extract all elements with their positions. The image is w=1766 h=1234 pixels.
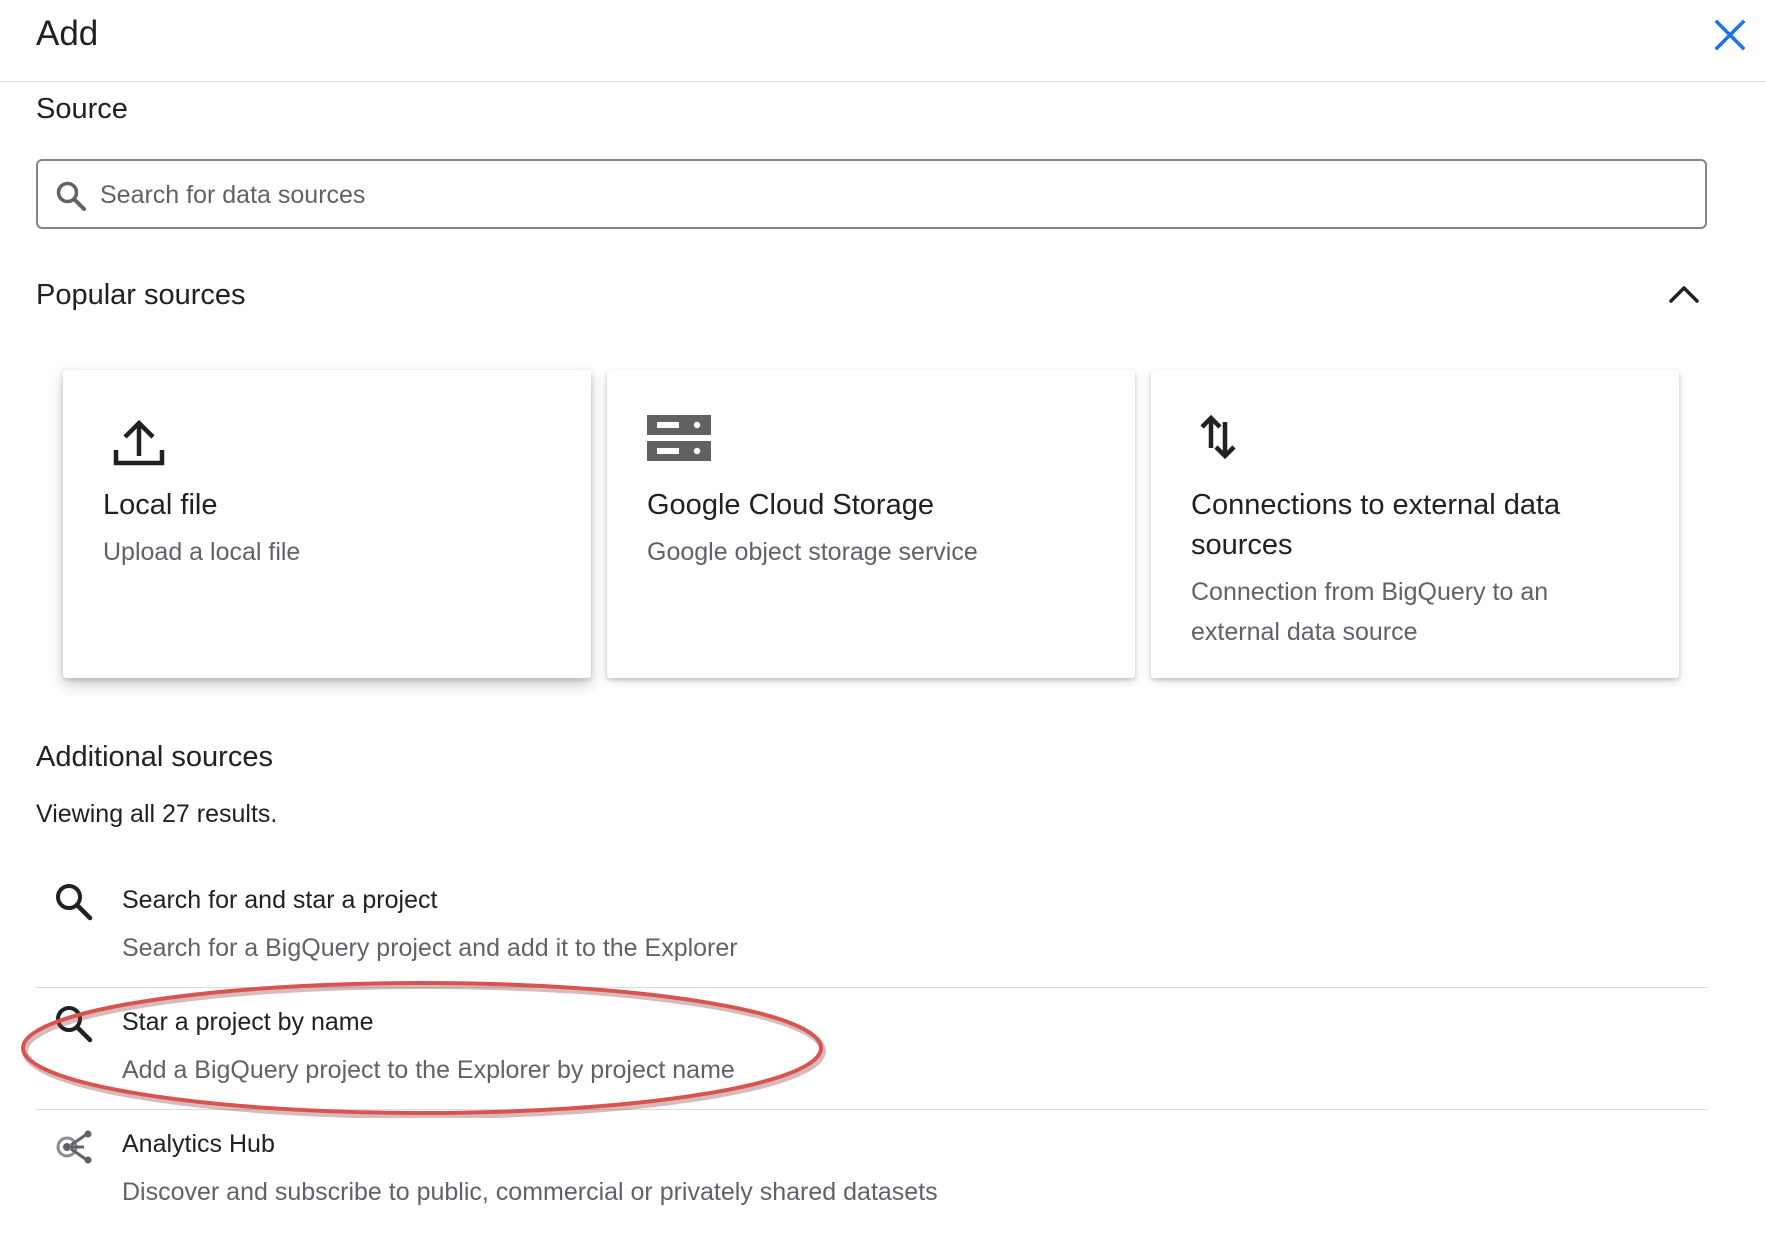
source-heading: Source [36, 93, 128, 125]
chevron-up-icon [1669, 286, 1699, 303]
list-divider [36, 1109, 1707, 1110]
sync-arrows-icon [1200, 414, 1236, 460]
search-icon [56, 1006, 93, 1043]
close-icon [1714, 19, 1746, 51]
card-external-connections[interactable]: Connections to external data sources Con… [1151, 370, 1679, 678]
search-icon [56, 884, 93, 921]
storage-icon [647, 415, 711, 461]
popular-sources-heading: Popular sources [36, 279, 246, 311]
list-item-search-star-project[interactable]: Search for and star a project Search for… [36, 868, 1707, 990]
close-button[interactable] [1710, 15, 1750, 55]
list-divider [36, 987, 1707, 988]
source-search-box[interactable] [36, 159, 1707, 229]
analytics-hub-icon [56, 1130, 92, 1164]
card-description: Upload a local file [103, 538, 301, 566]
card-title: Google Cloud Storage [647, 489, 934, 521]
dialog-header: Add [0, 0, 1766, 82]
card-local-file[interactable]: Local file Upload a local file [63, 370, 591, 678]
list-item-title: Analytics Hub [122, 1130, 275, 1158]
results-count: Viewing all 27 results. [36, 800, 278, 828]
card-description: Google object storage service [647, 538, 978, 566]
list-item-title: Star a project by name [122, 1008, 374, 1036]
dialog-title: Add [36, 14, 99, 53]
source-search-input[interactable] [98, 171, 1692, 219]
upload-icon [113, 419, 165, 466]
additional-sources-heading: Additional sources [36, 741, 273, 773]
list-item-title: Search for and star a project [122, 886, 438, 914]
card-description: Connection from BigQuery to an external … [1191, 578, 1549, 646]
collapse-popular-button[interactable] [1666, 277, 1702, 313]
list-item-star-project-by-name[interactable]: Star a project by name Add a BigQuery pr… [36, 990, 1707, 1112]
list-item-analytics-hub[interactable]: Analytics Hub Discover and subscribe to … [36, 1112, 1707, 1234]
card-google-cloud-storage[interactable]: Google Cloud Storage Google object stora… [607, 370, 1135, 678]
list-item-description: Search for a BigQuery project and add it… [122, 934, 738, 962]
list-item-description: Discover and subscribe to public, commer… [122, 1178, 938, 1206]
card-title: Local file [103, 489, 218, 521]
search-icon [56, 181, 86, 211]
list-item-description: Add a BigQuery project to the Explorer b… [122, 1056, 735, 1084]
card-title: Connections to external data sources [1191, 489, 1561, 561]
